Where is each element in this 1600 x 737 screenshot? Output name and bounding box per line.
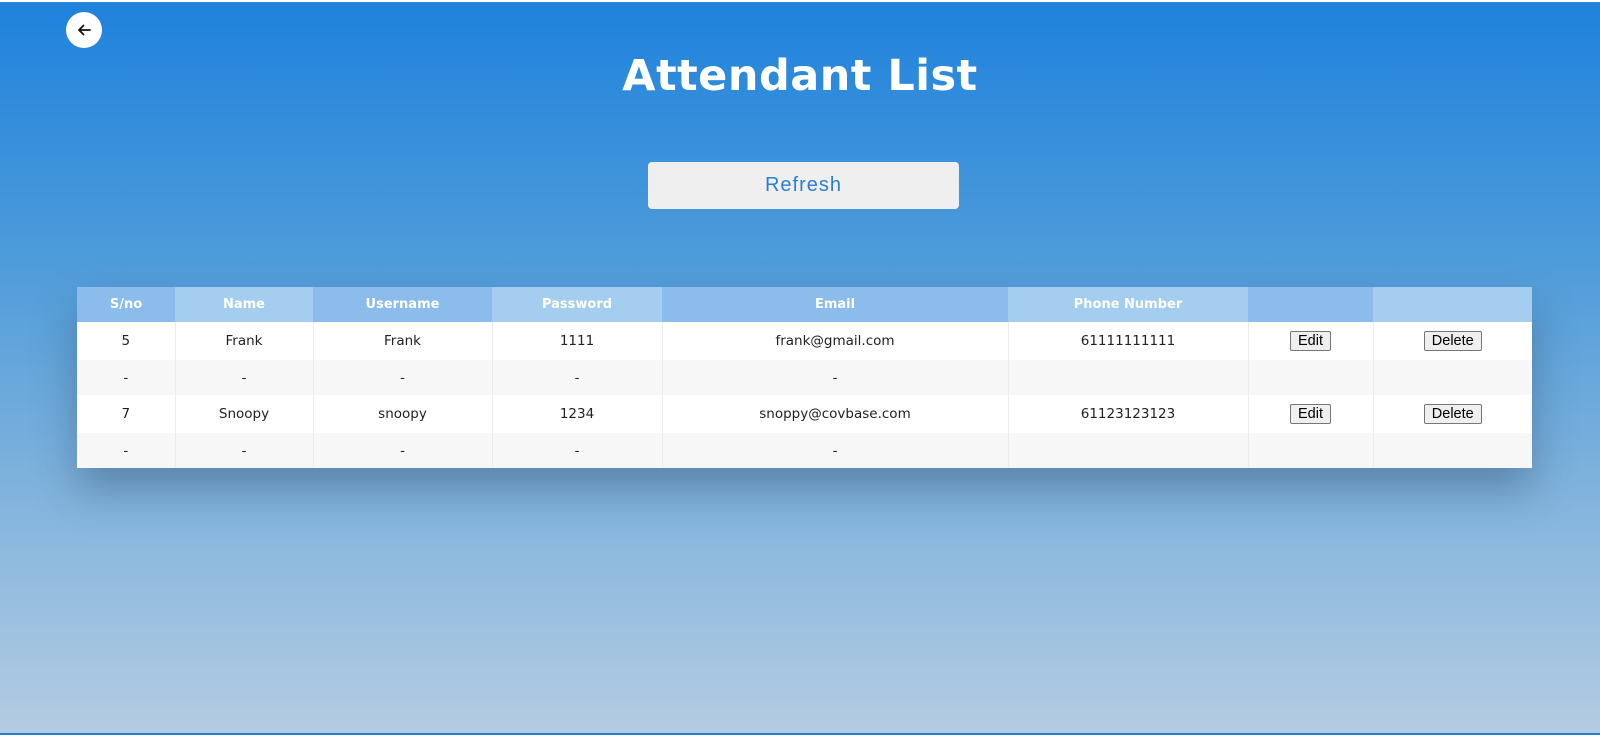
detail-cell: - <box>662 433 1009 468</box>
detail-cell: - <box>175 360 314 395</box>
back-button[interactable] <box>66 12 102 48</box>
cell-sno: 7 <box>77 395 176 433</box>
cell-password: 1234 <box>492 395 663 433</box>
detail-cell: - <box>492 360 663 395</box>
page-background: Attendant List Refresh S/no Name Usernam… <box>0 2 1600 735</box>
attendant-table: S/no Name Username Password Email Phone … <box>77 287 1532 468</box>
detail-cell: - <box>313 433 493 468</box>
detail-cell-empty <box>1373 360 1532 395</box>
cell-delete: Delete <box>1373 322 1532 360</box>
detail-cell: - <box>492 433 663 468</box>
table-detail-row: - - - - - <box>77 433 1532 468</box>
cell-delete: Delete <box>1373 395 1532 433</box>
edit-button[interactable]: Edit <box>1290 404 1331 424</box>
detail-cell-empty <box>1248 433 1374 468</box>
detail-cell-empty <box>1248 360 1374 395</box>
edit-button[interactable]: Edit <box>1290 331 1331 351</box>
arrow-left-icon <box>77 23 91 37</box>
cell-phone: 61123123123 <box>1008 395 1249 433</box>
page-title: Attendant List <box>622 51 978 101</box>
column-header-name: Name <box>175 287 313 322</box>
detail-cell: - <box>175 433 314 468</box>
cell-sno: 5 <box>77 322 176 360</box>
column-header-edit <box>1248 287 1373 322</box>
table-row: 7 Snoopy snoopy 1234 snoppy@covbase.com … <box>77 395 1532 433</box>
detail-cell: - <box>77 433 176 468</box>
cell-email: frank@gmail.com <box>662 322 1009 360</box>
cell-username: Frank <box>313 322 493 360</box>
cell-edit: Edit <box>1248 395 1374 433</box>
delete-button[interactable]: Delete <box>1423 404 1482 424</box>
delete-button[interactable]: Delete <box>1423 331 1482 351</box>
detail-cell: - <box>662 360 1009 395</box>
attendant-table-container: S/no Name Username Password Email Phone … <box>77 287 1532 468</box>
column-header-password: Password <box>492 287 662 322</box>
table-detail-row: - - - - - <box>77 360 1532 395</box>
cell-edit: Edit <box>1248 322 1374 360</box>
detail-cell: - <box>313 360 493 395</box>
detail-cell-empty <box>1008 433 1249 468</box>
table-row: 5 Frank Frank 1111 frank@gmail.com 61111… <box>77 322 1532 360</box>
cell-name: Snoopy <box>175 395 314 433</box>
refresh-button[interactable]: Refresh <box>648 162 959 209</box>
cell-password: 1111 <box>492 322 663 360</box>
column-header-email: Email <box>662 287 1008 322</box>
column-header-delete <box>1373 287 1532 322</box>
cell-name: Frank <box>175 322 314 360</box>
cell-email: snoppy@covbase.com <box>662 395 1009 433</box>
detail-cell-empty <box>1008 360 1249 395</box>
cell-phone: 61111111111 <box>1008 322 1249 360</box>
detail-cell: - <box>77 360 176 395</box>
detail-cell-empty <box>1373 433 1532 468</box>
cell-username: snoopy <box>313 395 493 433</box>
column-header-sno: S/no <box>77 287 175 322</box>
table-header-row: S/no Name Username Password Email Phone … <box>77 287 1532 322</box>
column-header-username: Username <box>313 287 492 322</box>
column-header-phone: Phone Number <box>1008 287 1248 322</box>
